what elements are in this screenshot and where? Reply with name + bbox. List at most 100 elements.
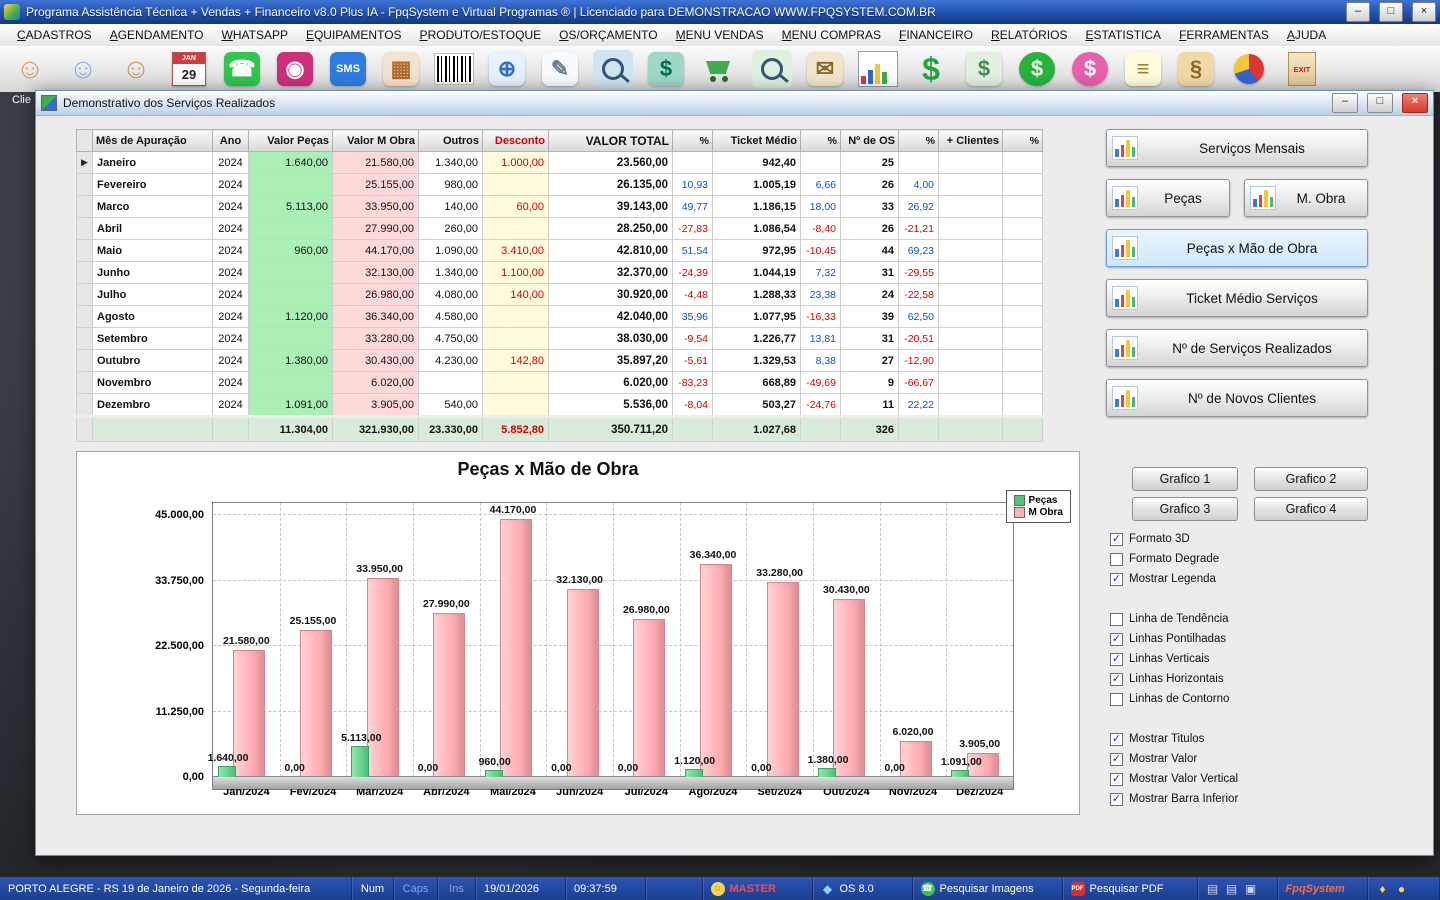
- sms-icon[interactable]: SMS: [326, 48, 370, 90]
- m-obra-button[interactable]: M. Obra: [1244, 179, 1368, 217]
- grafico-3-button[interactable]: Grafico 3: [1132, 497, 1238, 521]
- menu-item-ferramentas[interactable]: FERRAMENTAS: [1170, 26, 1278, 44]
- checkbox-mostrar-legenda[interactable]: ✓Mostrar Legenda: [1110, 569, 1216, 589]
- search-os-icon[interactable]: [591, 48, 635, 90]
- sales-cart-icon[interactable]: [697, 48, 741, 90]
- checkbox-linhas-pontilhadas[interactable]: ✓Linhas Pontilhadas: [1110, 629, 1226, 649]
- table-cell: [1003, 350, 1043, 372]
- checkbox-box[interactable]: ✓: [1110, 533, 1123, 546]
- checkbox-box[interactable]: [1110, 613, 1123, 626]
- menu-item-cadastros[interactable]: CADASTROS: [8, 26, 101, 44]
- whatsapp-icon[interactable]: ☎: [220, 48, 264, 90]
- os-form-icon[interactable]: ✎: [538, 48, 582, 90]
- checkbox-mostrar-valor[interactable]: ✓Mostrar Valor: [1110, 749, 1197, 769]
- table-row[interactable]: Novembro20246.020,006.020,00-83,23668,89…: [77, 372, 1043, 394]
- purchases-icon[interactable]: ✉: [803, 48, 847, 90]
- n-de-servicos-realizados-button[interactable]: Nº de Serviços Realizados: [1106, 329, 1368, 367]
- table-row[interactable]: Abril202427.990,00260,0028.250,00-27,831…: [77, 218, 1043, 240]
- grafico-4-button[interactable]: Grafico 4: [1254, 497, 1368, 521]
- checkbox-mostrar-valor-vertical[interactable]: ✓Mostrar Valor Vertical: [1110, 769, 1238, 789]
- pecas-button[interactable]: Peças: [1106, 179, 1230, 217]
- menu-item-estatistica[interactable]: ESTATISTICA: [1076, 26, 1170, 44]
- checkbox-linhas-verticais[interactable]: ✓Linhas Verticais: [1110, 649, 1210, 669]
- checkbox-box[interactable]: [1110, 553, 1123, 566]
- table-row[interactable]: Dezembro20241.091,003.905,00540,005.536,…: [77, 394, 1043, 417]
- checkbox-box[interactable]: ✓: [1110, 753, 1123, 766]
- status-devices[interactable]: ▤ ▤ ▣: [1198, 877, 1278, 900]
- money-icon[interactable]: $: [962, 48, 1006, 90]
- restore-button[interactable]: □: [1379, 2, 1403, 22]
- menu-item-relat-rios[interactable]: RELATÓRIOS: [982, 26, 1076, 44]
- exit-icon[interactable]: EXIT: [1280, 48, 1324, 90]
- table-row[interactable]: Marco20245.113,0033.950,00140,0060,0039.…: [77, 196, 1043, 218]
- receipts-icon[interactable]: ≡: [1121, 48, 1165, 90]
- employees-icon[interactable]: ☺: [114, 48, 158, 90]
- child-close-button[interactable]: ×: [1402, 93, 1428, 113]
- barcode-icon[interactable]: [432, 48, 476, 90]
- checkbox-box[interactable]: ✓: [1110, 573, 1123, 586]
- budget-icon[interactable]: $: [644, 48, 688, 90]
- search-sales-icon[interactable]: [750, 48, 794, 90]
- checkbox-box[interactable]: ✓: [1110, 733, 1123, 746]
- web-search-icon[interactable]: ⊕: [485, 48, 529, 90]
- table-cell: [249, 218, 333, 240]
- checkbox-box[interactable]: ✓: [1110, 673, 1123, 686]
- dollar-green-icon[interactable]: $: [1015, 48, 1059, 90]
- instagram-icon[interactable]: ◉: [273, 48, 317, 90]
- menu-item-financeiro[interactable]: FINANCEIRO: [890, 26, 982, 44]
- statistics-icon[interactable]: [856, 48, 900, 90]
- checkbox-box[interactable]: ✓: [1110, 653, 1123, 666]
- menu-item-os-or-amento[interactable]: OS/ORÇAMENTO: [550, 26, 666, 44]
- clients-icon[interactable]: ☺: [8, 48, 52, 90]
- search-pdf-button[interactable]: PDF Pesquisar PDF: [1063, 877, 1198, 900]
- minimize-button[interactable]: –: [1346, 2, 1370, 22]
- equipment-icon[interactable]: ▦: [379, 48, 423, 90]
- menu-item-produto-estoque[interactable]: PRODUTO/ESTOQUE: [411, 26, 551, 44]
- table-row[interactable]: Setembro202433.280,004.750,0038.030,00-9…: [77, 328, 1043, 350]
- checkbox-mostrar-barra-inferior[interactable]: ✓Mostrar Barra Inferior: [1110, 789, 1238, 809]
- checkbox-box[interactable]: ✓: [1110, 773, 1123, 786]
- child-restore-button[interactable]: □: [1367, 93, 1393, 113]
- menu-item-menu-compras[interactable]: MENU COMPRAS: [773, 26, 890, 44]
- checkbox-linha-de-tend-ncia[interactable]: Linha de Tendência: [1110, 609, 1229, 629]
- table-row[interactable]: Maio2024960,0044.170,001.090,003.410,004…: [77, 240, 1043, 262]
- table-row[interactable]: Agosto20241.120,0036.340,004.580,0042.04…: [77, 306, 1043, 328]
- checkbox-linhas-de-contorno[interactable]: Linhas de Contorno: [1110, 689, 1229, 709]
- dollar-pink-icon[interactable]: $: [1068, 48, 1112, 90]
- child-minimize-button[interactable]: –: [1332, 93, 1358, 113]
- main-title-bar[interactable]: Programa Assistência Técnica + Vendas + …: [0, 0, 1440, 24]
- table-row[interactable]: ▶Janeiro20241.640,0021.580,001.340,001.0…: [77, 152, 1043, 174]
- servicos-mensais-button[interactable]: Serviços Mensais: [1106, 129, 1368, 167]
- checkbox-box[interactable]: ✓: [1110, 633, 1123, 646]
- technicians-icon[interactable]: ☺: [61, 48, 105, 90]
- checkbox-mostrar-titulos[interactable]: ✓Mostrar Titulos: [1110, 729, 1204, 749]
- close-button[interactable]: ×: [1412, 2, 1436, 22]
- child-title-bar[interactable]: Demonstrativo dos Serviços Realizados – …: [36, 91, 1433, 116]
- checkbox-box[interactable]: ✓: [1110, 793, 1123, 806]
- calendar-icon[interactable]: JAN29: [167, 48, 211, 90]
- n-de-novos-clientes-button[interactable]: Nº de Novos Clientes: [1106, 379, 1368, 417]
- grafico-2-button[interactable]: Grafico 2: [1254, 467, 1368, 491]
- menu-item-equipamentos[interactable]: EQUIPAMENTOS: [297, 26, 411, 44]
- ticket-medio-servicos-button[interactable]: Ticket Médio Serviços: [1106, 279, 1368, 317]
- menu-item-whatsapp[interactable]: WHATSAPP: [213, 26, 297, 44]
- checkbox-formato-degrade[interactable]: Formato Degrade: [1110, 549, 1219, 569]
- table-row[interactable]: Junho202432.130,001.340,001.100,0032.370…: [77, 262, 1043, 284]
- table-row[interactable]: Outubro20241.380,0030.430,004.230,00142,…: [77, 350, 1043, 372]
- table-cell: [483, 372, 549, 394]
- menu-item-ajuda[interactable]: AJUDA: [1278, 26, 1335, 44]
- grafico-1-button[interactable]: Grafico 1: [1132, 467, 1238, 491]
- finance-dollar-icon[interactable]: $: [909, 48, 953, 90]
- table-row[interactable]: Julho202426.980,004.080,00140,0030.920,0…: [77, 284, 1043, 306]
- pecas-x-mao-de-obra-button[interactable]: Peças x Mão de Obra: [1106, 229, 1368, 267]
- menu-item-agendamento[interactable]: AGENDAMENTO: [101, 26, 213, 44]
- table-row[interactable]: Fevereiro202425.155,00980,0026.135,0010,…: [77, 174, 1043, 196]
- bar-value-pecas: 0,00: [726, 762, 796, 774]
- checkbox-linhas-horizontais[interactable]: ✓Linhas Horizontais: [1110, 669, 1224, 689]
- menu-item-menu-vendas[interactable]: MENU VENDAS: [667, 26, 773, 44]
- search-images-button[interactable]: ☎ Pesquisar Imagens: [913, 877, 1063, 900]
- pie-chart-icon[interactable]: [1227, 48, 1271, 90]
- checkbox-box[interactable]: [1110, 693, 1123, 706]
- certificate-icon[interactable]: §: [1174, 48, 1218, 90]
- checkbox-formato-3d[interactable]: ✓Formato 3D: [1110, 529, 1190, 549]
